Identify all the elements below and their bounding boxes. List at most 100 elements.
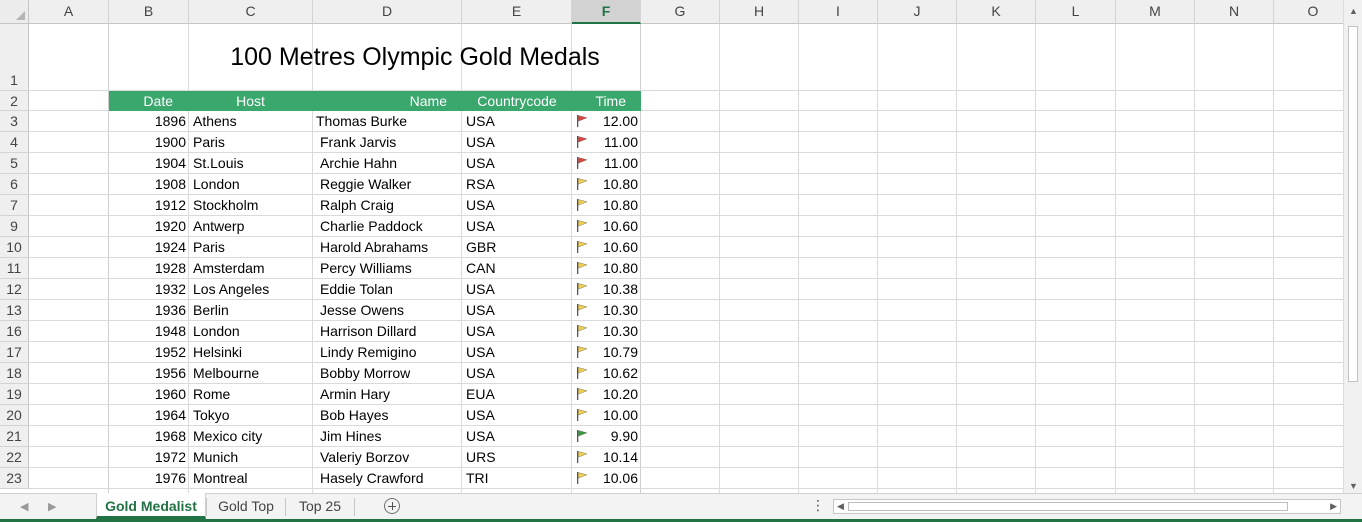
row-header-10[interactable]: 10 (0, 237, 29, 258)
select-all-corner[interactable] (0, 0, 29, 24)
cell-name[interactable]: Jesse Owens (313, 300, 469, 320)
column-header-c[interactable]: C (189, 0, 313, 24)
sheet-tab-gold-medalist[interactable]: Gold Medalist (96, 493, 206, 519)
horizontal-scroll-thumb[interactable] (848, 502, 1288, 511)
cell-name[interactable]: Harrison Dillard (313, 321, 469, 341)
column-header-j[interactable]: J (878, 0, 957, 24)
cell-host[interactable]: Mexico city (189, 426, 316, 446)
cell-time[interactable]: 10.00 (590, 405, 638, 425)
cell-countrycode[interactable]: USA (462, 405, 576, 425)
cell-countrycode[interactable]: TRI (462, 468, 576, 488)
sheet-tab-gold-top[interactable]: Gold Top (207, 493, 285, 519)
cell-date[interactable]: 1956 (109, 363, 186, 383)
cell-time[interactable]: 11.00 (590, 153, 638, 173)
cell-name[interactable]: Harold Abrahams (313, 237, 469, 257)
cell-date[interactable]: 1896 (109, 111, 186, 131)
cell-time[interactable]: 10.30 (590, 300, 638, 320)
cell-countrycode[interactable]: USA (462, 363, 576, 383)
cell-countrycode[interactable]: CAN (462, 258, 576, 278)
cell-date[interactable]: 1928 (109, 258, 186, 278)
cell-countrycode[interactable]: USA (462, 342, 576, 362)
cell-countrycode[interactable]: URS (462, 447, 576, 467)
cell-host[interactable]: Paris (189, 237, 316, 257)
scroll-left-icon[interactable]: ◀ (837, 501, 844, 512)
scroll-right-icon[interactable]: ▶ (1330, 501, 1337, 512)
more-options-icon[interactable]: ⋮ (811, 497, 825, 514)
row-header-17[interactable]: 17 (0, 342, 29, 363)
cell-host[interactable]: Tokyo (189, 405, 316, 425)
cell-name[interactable]: Eddie Tolan (313, 279, 469, 299)
cell-date[interactable]: 1976 (109, 468, 186, 488)
column-header-h[interactable]: H (720, 0, 799, 24)
cell-host[interactable]: St.Louis (189, 153, 316, 173)
column-header-i[interactable]: I (799, 0, 878, 24)
row-header-1[interactable]: 1 (0, 24, 29, 91)
row-header-4[interactable]: 4 (0, 132, 29, 153)
column-header-d[interactable]: D (313, 0, 462, 24)
next-sheet-icon[interactable]: ▶ (48, 500, 56, 513)
column-header-b[interactable]: B (109, 0, 189, 24)
cell-time[interactable]: 10.80 (590, 174, 638, 194)
cell-time[interactable]: 10.30 (590, 321, 638, 341)
cell-name[interactable]: Valeriy Borzov (313, 447, 469, 467)
column-header-m[interactable]: M (1116, 0, 1195, 24)
row-header-2[interactable]: 2 (0, 91, 29, 111)
column-header-f[interactable]: F (572, 0, 641, 24)
cell-name[interactable]: Jim Hines (313, 426, 469, 446)
cell-countrycode[interactable]: USA (462, 300, 576, 320)
cell-date[interactable]: 1972 (109, 447, 186, 467)
cell-countrycode[interactable]: USA (462, 111, 576, 131)
cell-time[interactable]: 10.79 (590, 342, 638, 362)
cell-date[interactable]: 1908 (109, 174, 186, 194)
cell-countrycode[interactable]: USA (462, 216, 576, 236)
cell-host[interactable]: Melbourne (189, 363, 316, 383)
vertical-scroll-thumb[interactable] (1348, 26, 1358, 382)
cell-date[interactable]: 1932 (109, 279, 186, 299)
cell-name[interactable]: Bob Hayes (313, 405, 469, 425)
cell-time[interactable]: 11.00 (590, 132, 638, 152)
cell-host[interactable]: Athens (189, 111, 316, 131)
cell-time[interactable]: 10.80 (590, 258, 638, 278)
cell-host[interactable]: Los Angeles (189, 279, 316, 299)
row-header-11[interactable]: 11 (0, 258, 29, 279)
row-header-13[interactable]: 13 (0, 300, 29, 321)
cell-host[interactable]: Berlin (189, 300, 316, 320)
column-header-k[interactable]: K (957, 0, 1036, 24)
column-header-g[interactable]: G (641, 0, 720, 24)
sheet-title[interactable]: 100 Metres Olympic Gold Medals (189, 24, 641, 90)
header-name[interactable]: Name (313, 91, 447, 111)
cell-countrycode[interactable]: USA (462, 321, 576, 341)
cell-name[interactable]: Hasely Crawford (313, 468, 469, 488)
cell-name[interactable]: Charlie Paddock (313, 216, 469, 236)
row-header-18[interactable]: 18 (0, 363, 29, 384)
cell-date[interactable]: 1920 (109, 216, 186, 236)
cell-countrycode[interactable]: USA (462, 153, 576, 173)
cell-time[interactable]: 12.00 (590, 111, 638, 131)
cell-time[interactable]: 10.62 (590, 363, 638, 383)
cell-name[interactable]: Reggie Walker (313, 174, 469, 194)
cell-host[interactable]: Paris (189, 132, 316, 152)
vertical-scrollbar[interactable]: ▲ ▼ (1343, 0, 1362, 493)
cell-countrycode[interactable]: USA (462, 132, 576, 152)
cell-host[interactable]: Stockholm (189, 195, 316, 215)
row-header-22[interactable]: 22 (0, 447, 29, 468)
row-header-9[interactable]: 9 (0, 216, 29, 237)
cell-host[interactable]: Helsinki (189, 342, 316, 362)
header-date[interactable]: Date (109, 91, 173, 111)
cell-countrycode[interactable]: USA (462, 195, 576, 215)
header-countrycode[interactable]: Countrycode (462, 91, 572, 111)
row-header-5[interactable]: 5 (0, 153, 29, 174)
cell-host[interactable]: Montreal (189, 468, 316, 488)
prev-sheet-icon[interactable]: ◀ (20, 500, 28, 513)
cell-time[interactable]: 10.80 (590, 195, 638, 215)
cell-name[interactable]: Lindy Remigino (313, 342, 469, 362)
column-header-a[interactable]: A (29, 0, 109, 24)
cell-name[interactable]: Frank Jarvis (313, 132, 469, 152)
column-header-n[interactable]: N (1195, 0, 1274, 24)
row-header-6[interactable]: 6 (0, 174, 29, 195)
cell-date[interactable]: 1924 (109, 237, 186, 257)
cell-time[interactable]: 10.20 (590, 384, 638, 404)
cell-name[interactable]: Bobby Morrow (313, 363, 469, 383)
cell-time[interactable]: 10.14 (590, 447, 638, 467)
horizontal-scrollbar[interactable]: ◀ ▶ (833, 499, 1341, 514)
